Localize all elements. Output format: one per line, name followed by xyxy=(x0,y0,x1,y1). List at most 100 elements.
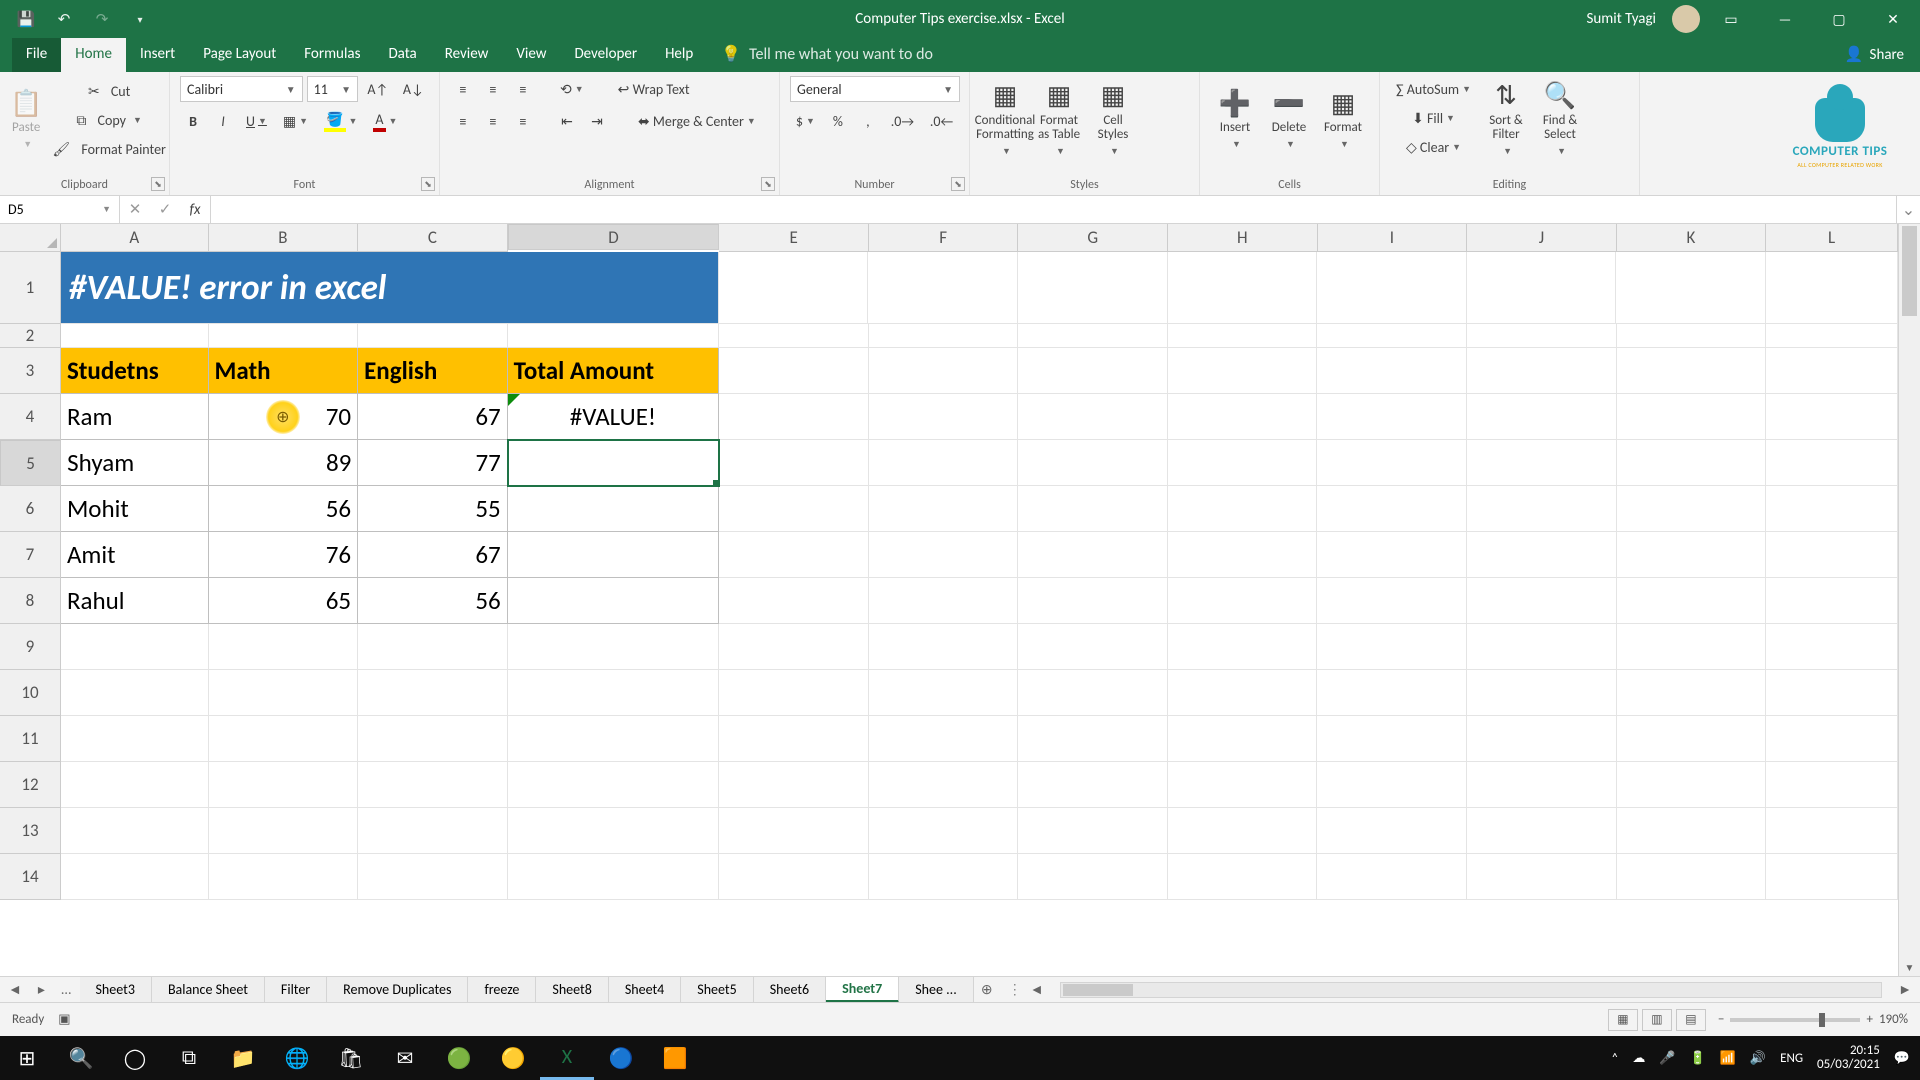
cell-B5[interactable]: 89 xyxy=(209,440,359,486)
cell-G6[interactable] xyxy=(1018,486,1168,532)
cell-L13[interactable] xyxy=(1766,808,1898,854)
cell-A9[interactable] xyxy=(61,624,209,670)
cell-H4[interactable] xyxy=(1168,394,1318,440)
cell-C10[interactable] xyxy=(358,670,508,716)
col-header-L[interactable]: L xyxy=(1766,224,1898,252)
row-header-3[interactable]: 3 xyxy=(0,348,61,394)
tab-view[interactable]: View xyxy=(502,37,560,72)
cell-H14[interactable] xyxy=(1168,854,1318,900)
row-header-8[interactable]: 8 xyxy=(0,578,61,624)
cell-E13[interactable] xyxy=(719,808,869,854)
cell-I9[interactable] xyxy=(1317,624,1467,670)
cell-I2[interactable] xyxy=(1317,324,1467,348)
cell-K12[interactable] xyxy=(1617,762,1767,808)
insert-cells-button[interactable]: ➕Insert▼ xyxy=(1210,76,1260,162)
cell-A4[interactable]: Ram xyxy=(61,394,209,440)
alignment-dialog-launcher[interactable]: ⬊ xyxy=(761,177,775,191)
app-icon-2[interactable]: 🔵 xyxy=(594,1036,648,1080)
chrome-icon[interactable]: 🟡 xyxy=(486,1036,540,1080)
cell-L6[interactable] xyxy=(1766,486,1898,532)
scroll-thumb[interactable] xyxy=(1902,226,1917,316)
font-color-button[interactable]: A▼ xyxy=(367,108,403,134)
increase-decimal-button[interactable]: .0→ xyxy=(885,108,920,134)
sheet-tab-remove-duplicates[interactable]: Remove Duplicates xyxy=(327,977,468,1003)
cell-F11[interactable] xyxy=(869,716,1019,762)
cell-D5-selected[interactable] xyxy=(508,440,719,486)
merge-center-button[interactable]: ⬌ Merge & Center▼ xyxy=(632,108,762,134)
cell-E4[interactable] xyxy=(719,394,869,440)
zoom-out-button[interactable]: − xyxy=(1718,1012,1724,1027)
sheet-tab-sheet7[interactable]: Sheet7 xyxy=(826,977,899,1003)
cell-F9[interactable] xyxy=(869,624,1019,670)
cell-styles-button[interactable]: ▦Cell Styles▼ xyxy=(1088,76,1138,162)
cell-A13[interactable] xyxy=(61,808,209,854)
tab-file[interactable]: File xyxy=(12,37,61,72)
col-header-G[interactable]: G xyxy=(1018,224,1168,252)
cell-I7[interactable] xyxy=(1317,532,1467,578)
col-header-J[interactable]: J xyxy=(1467,224,1617,252)
col-header-A[interactable]: A xyxy=(61,224,209,252)
cell-C6[interactable]: 55 xyxy=(358,486,508,532)
tab-review[interactable]: Review xyxy=(431,37,503,72)
cell-G7[interactable] xyxy=(1018,532,1168,578)
cell-E1[interactable] xyxy=(719,252,869,324)
cell-C14[interactable] xyxy=(358,854,508,900)
cell-E14[interactable] xyxy=(719,854,869,900)
col-header-I[interactable]: I xyxy=(1318,224,1468,252)
cell-B10[interactable] xyxy=(209,670,359,716)
row-header-11[interactable]: 11 xyxy=(0,716,61,762)
align-center-button[interactable]: ≡ xyxy=(480,108,506,134)
cell-G13[interactable] xyxy=(1018,808,1168,854)
cell-D11[interactable] xyxy=(508,716,719,762)
cell-G10[interactable] xyxy=(1018,670,1168,716)
cell-I1[interactable] xyxy=(1317,252,1467,324)
cell-F3[interactable] xyxy=(869,348,1019,394)
align-left-button[interactable]: ≡ xyxy=(450,108,476,134)
cell-E6[interactable] xyxy=(719,486,869,532)
copy-button[interactable]: ⧉ Copy▼ xyxy=(46,107,172,133)
app-icon-3[interactable]: 🟧 xyxy=(648,1036,702,1080)
cell-C5[interactable]: 77 xyxy=(358,440,508,486)
cell-E7[interactable] xyxy=(719,532,869,578)
cell-L10[interactable] xyxy=(1766,670,1898,716)
cell-I12[interactable] xyxy=(1317,762,1467,808)
cell-H9[interactable] xyxy=(1168,624,1318,670)
cell-E10[interactable] xyxy=(719,670,869,716)
cell-E3[interactable] xyxy=(719,348,869,394)
cell-C3[interactable]: English xyxy=(358,348,508,394)
cell-D4[interactable]: #VALUE! xyxy=(508,394,719,440)
cell-A5[interactable]: Shyam xyxy=(61,440,209,486)
cell-H5[interactable] xyxy=(1168,440,1318,486)
cell-B3[interactable]: Math xyxy=(209,348,359,394)
cell-J2[interactable] xyxy=(1467,324,1617,348)
cell-B7[interactable]: 76 xyxy=(209,532,359,578)
view-normal-button[interactable]: ▦ xyxy=(1608,1009,1638,1031)
cell-B12[interactable] xyxy=(209,762,359,808)
format-painter-button[interactable]: 🖌 Format Painter xyxy=(46,136,172,162)
cell-G2[interactable] xyxy=(1018,324,1168,348)
row-header-14[interactable]: 14 xyxy=(0,854,61,900)
cell-H10[interactable] xyxy=(1168,670,1318,716)
minimize-button[interactable]: — xyxy=(1762,0,1808,38)
row-header-12[interactable]: 12 xyxy=(0,762,61,808)
cortana-icon[interactable]: ◯ xyxy=(108,1036,162,1080)
cell-G8[interactable] xyxy=(1018,578,1168,624)
cell-F4[interactable] xyxy=(869,394,1019,440)
redo-icon[interactable]: ↷ xyxy=(86,3,118,35)
decrease-decimal-button[interactable]: .0← xyxy=(924,108,959,134)
sheet-tab-sheet4[interactable]: Sheet4 xyxy=(609,977,681,1003)
cell-F13[interactable] xyxy=(869,808,1019,854)
cell-J3[interactable] xyxy=(1467,348,1617,394)
cell-G4[interactable] xyxy=(1018,394,1168,440)
cell-J14[interactable] xyxy=(1467,854,1617,900)
cell-I11[interactable] xyxy=(1317,716,1467,762)
font-name-selector[interactable]: Calibri▼ xyxy=(180,76,303,102)
cell-H6[interactable] xyxy=(1168,486,1318,532)
undo-icon[interactable]: ↶ xyxy=(48,3,80,35)
account-user-name[interactable]: Sumit Tyagi xyxy=(1587,10,1665,28)
sheet-tab-balance-sheet[interactable]: Balance Sheet xyxy=(152,977,265,1003)
cell-C8[interactable]: 56 xyxy=(358,578,508,624)
align-right-button[interactable]: ≡ xyxy=(510,108,536,134)
cell-F10[interactable] xyxy=(869,670,1019,716)
cell-H7[interactable] xyxy=(1168,532,1318,578)
